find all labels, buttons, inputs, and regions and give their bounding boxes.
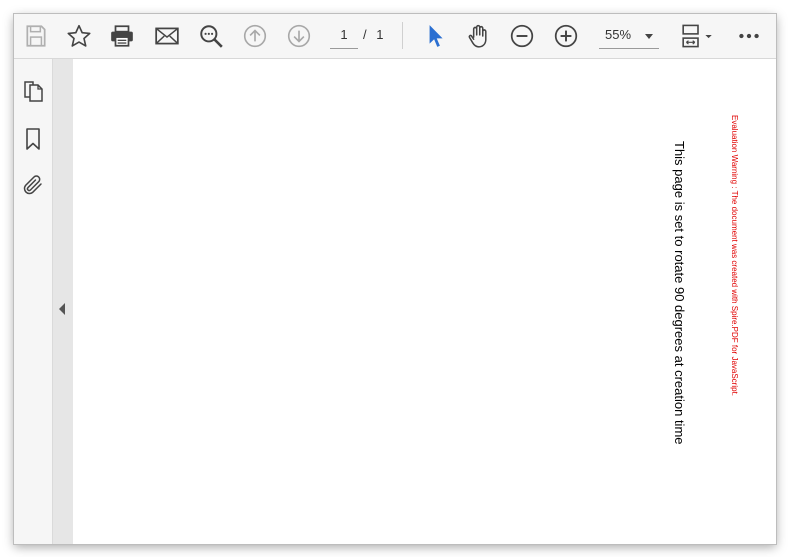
chevron-down-icon <box>645 34 653 39</box>
save-icon[interactable] <box>22 22 50 50</box>
evaluation-warning: Evaluation Warning : The document was cr… <box>730 115 739 397</box>
print-icon[interactable] <box>108 22 136 50</box>
rotated-page-text: This page is set to rotate 90 degrees at… <box>672 141 687 445</box>
prev-page-icon[interactable] <box>241 22 269 50</box>
next-page-icon[interactable] <box>285 22 313 50</box>
chevron-left-icon <box>59 303 65 315</box>
page-total: 1 <box>376 27 384 42</box>
star-icon[interactable] <box>65 22 93 50</box>
page-count: / 1 <box>363 24 403 48</box>
zoom-in-icon[interactable] <box>552 22 580 50</box>
page-number-input[interactable]: 1 <box>330 24 358 49</box>
search-icon[interactable] <box>197 22 225 50</box>
toolbar: 1 / 1 55% <box>14 14 776 59</box>
bookmark-icon[interactable] <box>20 126 46 152</box>
sidebar-collapse-handle[interactable] <box>53 59 73 544</box>
more-icon[interactable] <box>735 22 763 50</box>
attachment-icon[interactable] <box>20 172 46 198</box>
toolbar-divider <box>402 22 403 49</box>
pdf-viewer-window: 1 / 1 55% This page is set to rotate 90 … <box>14 14 776 544</box>
document-page: This page is set to rotate 90 degrees at… <box>73 59 776 544</box>
select-cursor-icon[interactable] <box>421 22 449 50</box>
page-separator: / <box>363 27 367 42</box>
page-fit-icon[interactable] <box>678 22 718 50</box>
zoom-out-icon[interactable] <box>508 22 536 50</box>
pages-icon[interactable] <box>20 79 46 105</box>
hand-icon[interactable] <box>464 22 492 50</box>
left-sidebar <box>14 59 53 544</box>
mail-icon[interactable] <box>153 22 181 50</box>
zoom-value: 55% <box>605 27 632 42</box>
zoom-dropdown[interactable]: 55% <box>599 24 659 49</box>
